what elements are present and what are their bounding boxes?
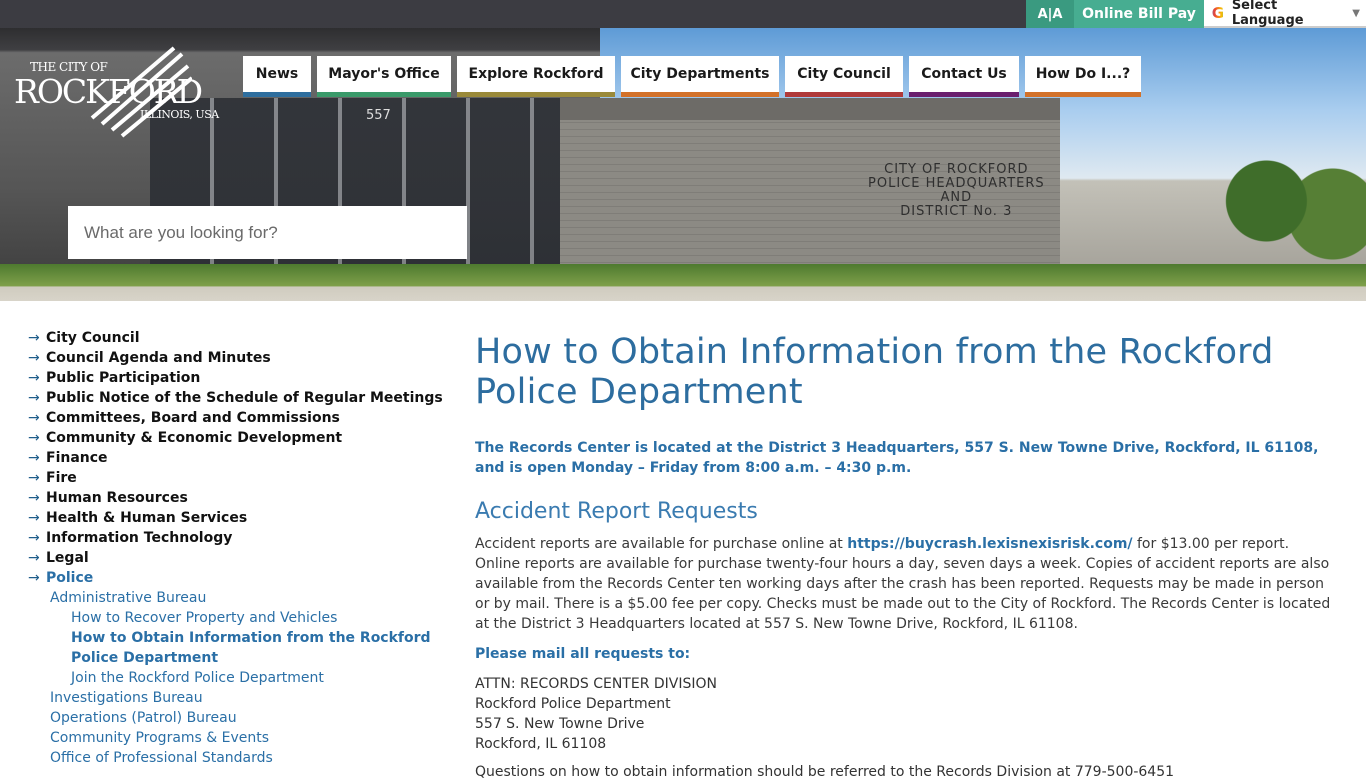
sidebar-item-information-technology[interactable]: → Information Technology [28, 528, 448, 548]
sidebar-item-public-notice[interactable]: → Public Notice of the Schedule of Regula… [28, 388, 448, 408]
main-nav: News Mayor's Office Explore Rockford City D… [243, 56, 1147, 97]
sidebar-sub-investigations-bureau[interactable]: Investigations Bureau [28, 688, 448, 708]
nav-item-city-departments[interactable]: City Departments [621, 56, 779, 97]
sidebar-item-public-participation[interactable]: → Public Participation [28, 368, 448, 388]
sidebar-item-label: Health & Human Services [46, 510, 248, 526]
page-title: How to Obtain Information from the Rockf… [475, 332, 1274, 412]
arrow-right-icon: → [28, 470, 40, 486]
nav-item-news[interactable]: News [243, 56, 311, 97]
sidebar-sub-obtain-information[interactable]: How to Obtain Information from the Rockf… [28, 628, 441, 668]
sidebar-item-label: Human Resources [46, 490, 188, 506]
sidebar-sub-administrative-bureau[interactable]: Administrative Bureau [28, 588, 448, 608]
nav-item-how-do-i[interactable]: How Do I...? [1025, 56, 1141, 97]
section-title-accident-reports: Accident Report Requests [475, 499, 758, 524]
logo-line-3: ILLINOIS, USA [140, 108, 219, 121]
nav-item-explore-rockford[interactable]: Explore Rockford [457, 56, 615, 97]
sidebar-item-committees[interactable]: → Committees, Board and Commissions [28, 408, 448, 428]
hero-door-number: 557 [366, 108, 391, 123]
logo-line-2: ROCKFORD [14, 72, 203, 111]
mailing-address: ATTN: RECORDS CENTER DIVISION Rockford P… [475, 674, 1335, 754]
arrow-right-icon: → [28, 450, 40, 466]
sidebar-sub-community-programs[interactable]: Community Programs & Events [28, 728, 448, 748]
sidebar-item-city-council[interactable]: → City Council [28, 328, 448, 348]
sidebar-item-health-human-services[interactable]: → Health & Human Services [28, 508, 448, 528]
hero-sign-line: CITY OF ROCKFORD [884, 162, 1029, 177]
hero-sign-line: AND [940, 190, 973, 205]
google-icon: G [1208, 4, 1228, 22]
sidebar-item-label: Police [46, 570, 94, 586]
hero-building-sign: CITY OF ROCKFORD POLICE HEADQUARTERS AND… [868, 163, 1045, 219]
hero-trees [1200, 136, 1366, 266]
sidebar-item-label: Community & Economic Development [46, 430, 343, 446]
hero-roof [560, 98, 1060, 122]
sidebar-sub-professional-standards[interactable]: Office of Professional Standards [28, 748, 448, 768]
sidebar-item-legal[interactable]: → Legal [28, 548, 448, 568]
sidebar-item-label: Legal [46, 550, 89, 566]
arrow-right-icon: → [28, 430, 40, 446]
sidebar-sub-recover-property[interactable]: How to Recover Property and Vehicles [28, 608, 448, 628]
city-logo[interactable]: THE CITY OF ROCKFORD ILLINOIS, USA [14, 44, 219, 140]
sidebar-item-community-development[interactable]: → Community & Economic Development [28, 428, 448, 448]
address-line: ATTN: RECORDS CENTER DIVISION [475, 676, 717, 692]
nav-item-mayor-s-office[interactable]: Mayor's Office [317, 56, 451, 97]
language-select[interactable]: G Select Language ▼ [1204, 0, 1366, 28]
main-content: How to Obtain Information from the Rockf… [475, 332, 1335, 782]
arrow-right-icon: → [28, 390, 40, 406]
sidebar-item-label: Information Technology [46, 530, 233, 546]
language-select-label: Select Language [1231, 0, 1304, 28]
records-contact-note: Questions on how to obtain information s… [475, 764, 1175, 780]
sidebar-nav: → City Council → Council Agenda and Minute… [28, 328, 448, 768]
text-size-toggle-button[interactable]: A|A [1026, 0, 1074, 28]
sidebar-item-label: Council Agenda and Minutes [46, 350, 271, 366]
sidebar-item-label: Fire [46, 470, 77, 486]
sidebar-item-label: City Council [46, 330, 140, 346]
hero-grass [0, 264, 1366, 301]
address-line: 557 S. New Towne Drive [475, 716, 645, 732]
arrow-right-icon: → [28, 530, 40, 546]
sidebar-item-finance[interactable]: → Finance [28, 448, 448, 468]
sidebar-item-label: Committees, Board and Commissions [46, 410, 340, 426]
accident-report-paragraph: Accident reports are available for purch… [475, 534, 1335, 634]
buycrash-link[interactable]: https://buycrash.lexisnexisrisk.com/ [847, 536, 1132, 552]
search-input[interactable] [68, 206, 467, 259]
arrow-right-icon: → [28, 570, 40, 586]
arrow-right-icon: → [28, 350, 40, 366]
sidebar-item-police[interactable]: → Police [28, 568, 448, 588]
records-center-intro: The Records Center is located at the Dis… [475, 440, 1319, 476]
nav-item-city-council[interactable]: City Council [785, 56, 903, 97]
nav-item-contact-us[interactable]: Contact Us [909, 56, 1019, 97]
mail-requests-label: Please mail all requests to: [475, 646, 691, 662]
paragraph-text: Accident reports are available for purch… [475, 536, 848, 552]
arrow-right-icon: → [28, 370, 40, 386]
sidebar-item-label: Finance [46, 450, 108, 466]
arrow-right-icon: → [28, 410, 40, 426]
hero-sign-line: DISTRICT No. 3 [900, 204, 1013, 219]
sidebar-sub-operations-bureau[interactable]: Operations (Patrol) Bureau [28, 708, 448, 728]
hero-sign-line: POLICE HEADQUARTERS [868, 176, 1045, 191]
online-bill-pay-button[interactable]: Online Bill Pay [1074, 0, 1204, 28]
chevron-down-icon: ▼ [1352, 7, 1360, 19]
sidebar-sub-join-police[interactable]: Join the Rockford Police Department [28, 668, 448, 688]
arrow-right-icon: → [28, 330, 40, 346]
arrow-right-icon: → [28, 510, 40, 526]
sidebar-item-label: Public Participation [46, 370, 201, 386]
sidebar-item-fire[interactable]: → Fire [28, 468, 448, 488]
sidebar-item-human-resources[interactable]: → Human Resources [28, 488, 448, 508]
sidebar-item-council-agenda[interactable]: → Council Agenda and Minutes [28, 348, 448, 368]
address-line: Rockford Police Department [475, 696, 671, 712]
sidebar-item-label: Public Notice of the Schedule of Regular… [46, 390, 443, 406]
address-line: Rockford, IL 61108 [475, 736, 607, 752]
arrow-right-icon: → [28, 490, 40, 506]
arrow-right-icon: → [28, 550, 40, 566]
